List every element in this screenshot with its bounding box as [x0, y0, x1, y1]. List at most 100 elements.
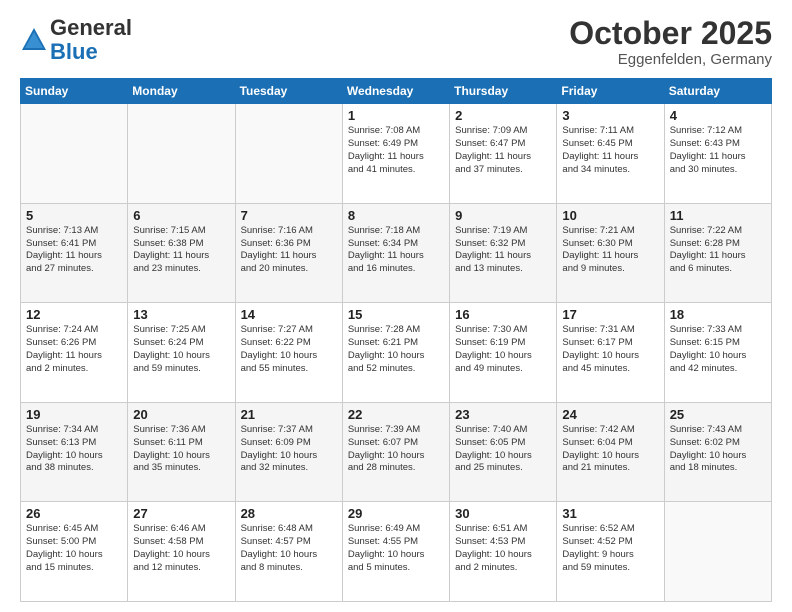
- day-number: 18: [670, 307, 766, 322]
- calendar-cell: 24 Sunrise: 7:42 AM Sunset: 6:04 PM Dayli…: [557, 402, 664, 502]
- logo-general: General: [50, 15, 132, 40]
- calendar-cell: 5 Sunrise: 7:13 AM Sunset: 6:41 PM Daylig…: [21, 203, 128, 303]
- cell-content: Sunrise: 7:11 AM Sunset: 6:45 PM Dayligh…: [562, 125, 658, 176]
- calendar-cell: 11 Sunrise: 7:22 AM Sunset: 6:28 PM Dayli…: [664, 203, 771, 303]
- calendar-cell: 13Sunrise: 7:25 AM Sunset: 6:24 PM Dayli…: [128, 303, 235, 403]
- weekday-header-thursday: Thursday: [450, 79, 557, 104]
- day-number: 5: [26, 208, 122, 223]
- cell-content: Sunrise: 6:51 AM Sunset: 4:53 PM Dayligh…: [455, 523, 551, 574]
- day-number: 29: [348, 506, 444, 521]
- day-number: 14: [241, 307, 337, 322]
- cell-content: Sunrise: 7:12 AM Sunset: 6:43 PM Dayligh…: [670, 125, 766, 176]
- calendar-row-2: 12 Sunrise: 7:24 AM Sunset: 6:26 PM Dayli…: [21, 303, 772, 403]
- weekday-header-tuesday: Tuesday: [235, 79, 342, 104]
- day-number: 10: [562, 208, 658, 223]
- day-number: 19: [26, 407, 122, 422]
- cell-content: Sunrise: 6:52 AM Sunset: 4:52 PM Dayligh…: [562, 523, 658, 574]
- page: General Blue October 2025 Eggenfelden, G…: [0, 0, 792, 612]
- calendar-cell: 10 Sunrise: 7:21 AM Sunset: 6:30 PM Dayli…: [557, 203, 664, 303]
- calendar-cell: 9Sunrise: 7:19 AM Sunset: 6:32 PM Daylig…: [450, 203, 557, 303]
- calendar-cell: 18 Sunrise: 7:33 AM Sunset: 6:15 PM Dayli…: [664, 303, 771, 403]
- day-number: 3: [562, 108, 658, 123]
- day-number: 20: [133, 407, 229, 422]
- day-number: 30: [455, 506, 551, 521]
- calendar-cell: 15 Sunrise: 7:28 AM Sunset: 6:21 PM Dayli…: [342, 303, 449, 403]
- calendar-cell: 28 Sunrise: 6:48 AM Sunset: 4:57 PM Dayli…: [235, 502, 342, 602]
- calendar-cell: [128, 104, 235, 204]
- day-number: 9: [455, 208, 551, 223]
- calendar-cell: 1Sunrise: 7:08 AM Sunset: 6:49 PM Daylig…: [342, 104, 449, 204]
- calendar-cell: 20 Sunrise: 7:36 AM Sunset: 6:11 PM Dayli…: [128, 402, 235, 502]
- calendar-cell: 16 Sunrise: 7:30 AM Sunset: 6:19 PM Dayli…: [450, 303, 557, 403]
- calendar-cell: 30 Sunrise: 6:51 AM Sunset: 4:53 PM Dayli…: [450, 502, 557, 602]
- calendar-cell: [21, 104, 128, 204]
- calendar-cell: 19 Sunrise: 7:34 AM Sunset: 6:13 PM Dayli…: [21, 402, 128, 502]
- day-number: 1: [348, 108, 444, 123]
- day-number: 24: [562, 407, 658, 422]
- day-number: 6: [133, 208, 229, 223]
- cell-content: Sunrise: 7:31 AM Sunset: 6:17 PM Dayligh…: [562, 324, 658, 375]
- cell-content: Sunrise: 7:40 AM Sunset: 6:05 PM Dayligh…: [455, 424, 551, 475]
- day-number: 12: [26, 307, 122, 322]
- cell-content: Sunrise: 7:33 AM Sunset: 6:15 PM Dayligh…: [670, 324, 766, 375]
- day-number: 22: [348, 407, 444, 422]
- calendar-cell: 8Sunrise: 7:18 AM Sunset: 6:34 PM Daylig…: [342, 203, 449, 303]
- calendar-cell: 7 Sunrise: 7:16 AM Sunset: 6:36 PM Daylig…: [235, 203, 342, 303]
- cell-content: Sunrise: 7:16 AM Sunset: 6:36 PM Dayligh…: [241, 225, 337, 276]
- calendar-cell: 3 Sunrise: 7:11 AM Sunset: 6:45 PM Daylig…: [557, 104, 664, 204]
- day-number: 15: [348, 307, 444, 322]
- cell-content: Sunrise: 7:28 AM Sunset: 6:21 PM Dayligh…: [348, 324, 444, 375]
- day-number: 17: [562, 307, 658, 322]
- day-number: 25: [670, 407, 766, 422]
- logo-blue: Blue: [50, 39, 98, 64]
- day-number: 23: [455, 407, 551, 422]
- cell-content: Sunrise: 7:13 AM Sunset: 6:41 PM Dayligh…: [26, 225, 122, 276]
- day-number: 7: [241, 208, 337, 223]
- cell-content: Sunrise: 7:25 AM Sunset: 6:24 PM Dayligh…: [133, 324, 229, 375]
- calendar-cell: 21 Sunrise: 7:37 AM Sunset: 6:09 PM Dayli…: [235, 402, 342, 502]
- cell-content: Sunrise: 7:37 AM Sunset: 6:09 PM Dayligh…: [241, 424, 337, 475]
- day-number: 2: [455, 108, 551, 123]
- cell-content: Sunrise: 7:09 AM Sunset: 6:47 PM Dayligh…: [455, 125, 551, 176]
- calendar-cell: 29Sunrise: 6:49 AM Sunset: 4:55 PM Dayli…: [342, 502, 449, 602]
- calendar-cell: 12 Sunrise: 7:24 AM Sunset: 6:26 PM Dayli…: [21, 303, 128, 403]
- calendar-cell: 31Sunrise: 6:52 AM Sunset: 4:52 PM Dayli…: [557, 502, 664, 602]
- calendar-cell: 6 Sunrise: 7:15 AM Sunset: 6:38 PM Daylig…: [128, 203, 235, 303]
- month-title: October 2025: [569, 16, 772, 51]
- cell-content: Sunrise: 7:21 AM Sunset: 6:30 PM Dayligh…: [562, 225, 658, 276]
- day-number: 28: [241, 506, 337, 521]
- cell-content: Sunrise: 7:15 AM Sunset: 6:38 PM Dayligh…: [133, 225, 229, 276]
- cell-content: Sunrise: 7:24 AM Sunset: 6:26 PM Dayligh…: [26, 324, 122, 375]
- cell-content: Sunrise: 7:30 AM Sunset: 6:19 PM Dayligh…: [455, 324, 551, 375]
- logo-text: General Blue: [50, 16, 132, 64]
- weekday-header-wednesday: Wednesday: [342, 79, 449, 104]
- weekday-header-monday: Monday: [128, 79, 235, 104]
- cell-content: Sunrise: 7:42 AM Sunset: 6:04 PM Dayligh…: [562, 424, 658, 475]
- cell-content: Sunrise: 6:48 AM Sunset: 4:57 PM Dayligh…: [241, 523, 337, 574]
- logo: General Blue: [20, 16, 132, 64]
- calendar-cell: 14 Sunrise: 7:27 AM Sunset: 6:22 PM Dayli…: [235, 303, 342, 403]
- weekday-header-sunday: Sunday: [21, 79, 128, 104]
- cell-content: Sunrise: 7:22 AM Sunset: 6:28 PM Dayligh…: [670, 225, 766, 276]
- calendar-cell: [664, 502, 771, 602]
- calendar-cell: 23 Sunrise: 7:40 AM Sunset: 6:05 PM Dayli…: [450, 402, 557, 502]
- calendar-row-1: 5 Sunrise: 7:13 AM Sunset: 6:41 PM Daylig…: [21, 203, 772, 303]
- day-number: 16: [455, 307, 551, 322]
- cell-content: Sunrise: 7:39 AM Sunset: 6:07 PM Dayligh…: [348, 424, 444, 475]
- day-number: 26: [26, 506, 122, 521]
- calendar-cell: 22 Sunrise: 7:39 AM Sunset: 6:07 PM Dayli…: [342, 402, 449, 502]
- cell-content: Sunrise: 6:45 AM Sunset: 5:00 PM Dayligh…: [26, 523, 122, 574]
- weekday-header-friday: Friday: [557, 79, 664, 104]
- day-number: 11: [670, 208, 766, 223]
- day-number: 21: [241, 407, 337, 422]
- calendar-row-3: 19 Sunrise: 7:34 AM Sunset: 6:13 PM Dayli…: [21, 402, 772, 502]
- cell-content: Sunrise: 7:36 AM Sunset: 6:11 PM Dayligh…: [133, 424, 229, 475]
- day-number: 8: [348, 208, 444, 223]
- cell-content: Sunrise: 7:27 AM Sunset: 6:22 PM Dayligh…: [241, 324, 337, 375]
- day-number: 4: [670, 108, 766, 123]
- cell-content: Sunrise: 7:34 AM Sunset: 6:13 PM Dayligh…: [26, 424, 122, 475]
- calendar-cell: 17 Sunrise: 7:31 AM Sunset: 6:17 PM Dayli…: [557, 303, 664, 403]
- cell-content: Sunrise: 7:43 AM Sunset: 6:02 PM Dayligh…: [670, 424, 766, 475]
- calendar-cell: [235, 104, 342, 204]
- weekday-header-saturday: Saturday: [664, 79, 771, 104]
